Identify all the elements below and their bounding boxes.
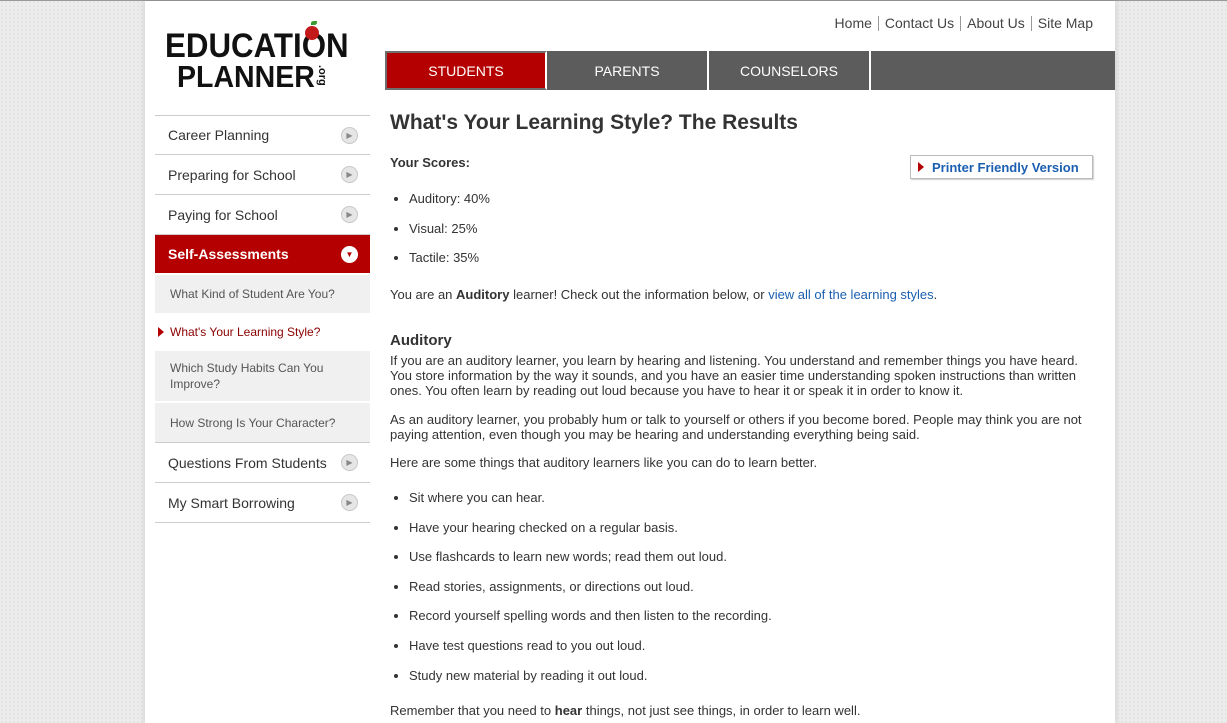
score-item-auditory: Auditory: 40% xyxy=(409,191,490,221)
main-content: What's Your Learning Style? The Results … xyxy=(390,109,1093,718)
result-mid: learner! Check out the information below… xyxy=(509,287,769,302)
site-map-link[interactable]: Site Map xyxy=(1030,16,1099,31)
sidebar-item-my-smart-borrowing[interactable]: My Smart Borrowing ▶ xyxy=(155,483,370,523)
logo-suffix: .org xyxy=(316,65,328,86)
sub-item-student-kind[interactable]: What Kind of Student Are You? xyxy=(155,275,370,315)
list-item: Study new material by reading it out lou… xyxy=(409,668,772,698)
sidebar-item-label: Self-Assessments xyxy=(168,246,289,262)
closing-prefix: Remember that you need to xyxy=(390,703,555,718)
sidebar-nav: Career Planning ▶ Preparing for School ▶… xyxy=(155,115,370,523)
paragraph-3: Here are some things that auditory learn… xyxy=(390,455,818,470)
play-arrow-icon: ▶ xyxy=(341,454,358,471)
sub-item-learning-style[interactable]: What's Your Learning Style? xyxy=(155,315,370,351)
printer-friendly-button[interactable]: Printer Friendly Version xyxy=(910,155,1093,179)
tips-list: Sit where you can hear. Have your hearin… xyxy=(390,490,772,697)
chevron-down-icon: ▼ xyxy=(341,245,358,263)
section-heading: Auditory xyxy=(390,332,452,349)
logo-line2: PLANNER xyxy=(177,59,315,94)
list-item: Have test questions read to you out loud… xyxy=(409,638,772,668)
play-arrow-icon xyxy=(918,162,924,172)
sidebar-item-career-planning[interactable]: Career Planning ▶ xyxy=(155,115,370,155)
sidebar-item-label: My Smart Borrowing xyxy=(168,494,295,511)
utility-nav: Home Contact Us About Us Site Map xyxy=(829,16,1099,31)
sidebar-item-self-assessments[interactable]: Self-Assessments ▼ xyxy=(155,235,370,273)
about-us-link[interactable]: About Us xyxy=(960,16,1031,31)
list-item: Use flashcards to learn new words; read … xyxy=(409,549,772,579)
tab-counselors[interactable]: COUNSELORS xyxy=(709,51,871,90)
tab-parents[interactable]: PARENTS xyxy=(547,51,709,90)
play-arrow-icon: ▶ xyxy=(341,166,358,183)
play-arrow-icon: ▶ xyxy=(341,126,358,144)
contact-us-link[interactable]: Contact Us xyxy=(877,16,960,31)
score-item-tactile: Tactile: 35% xyxy=(409,250,490,280)
list-item: Sit where you can hear. xyxy=(409,490,772,520)
main-nav: STUDENTS PARENTS COUNSELORS xyxy=(385,51,1115,90)
sub-item-study-habits[interactable]: Which Study Habits Can You Improve? xyxy=(155,351,370,403)
sidebar-item-label: Paying for School xyxy=(168,206,278,223)
list-item: Record yourself spelling words and then … xyxy=(409,608,772,638)
sidebar-item-questions-from-students[interactable]: Questions From Students ▶ xyxy=(155,443,370,483)
closing-paragraph: Remember that you need to hear things, n… xyxy=(390,703,860,718)
sub-item-character[interactable]: How Strong Is Your Character? xyxy=(155,403,370,443)
scores-list: Auditory: 40% Visual: 25% Tactile: 35% xyxy=(390,191,490,280)
sidebar-item-label: Preparing for School xyxy=(168,166,296,183)
printer-friendly-label: Printer Friendly Version xyxy=(932,159,1079,175)
play-arrow-icon: ▶ xyxy=(341,494,358,511)
list-item: Have your hearing checked on a regular b… xyxy=(409,520,772,550)
page-title: What's Your Learning Style? The Results xyxy=(390,111,798,134)
closing-bold: hear xyxy=(554,703,583,718)
apple-icon xyxy=(305,21,319,40)
home-link[interactable]: Home xyxy=(829,16,878,31)
result-style: Auditory xyxy=(456,287,510,302)
play-arrow-icon: ▶ xyxy=(341,206,358,223)
scores-label: Your Scores: xyxy=(390,155,470,170)
result-statement: You are an Auditory learner! Check out t… xyxy=(390,287,937,302)
sidebar-item-label: Career Planning xyxy=(168,127,270,143)
result-end: . xyxy=(933,287,938,302)
view-all-styles-link[interactable]: view all of the learning styles xyxy=(768,287,933,302)
page-container: EDUCATION PLANNER .org Home Contact Us A… xyxy=(145,1,1115,723)
result-prefix: You are an xyxy=(390,287,457,302)
paragraph-2: As an auditory learner, you probably hum… xyxy=(390,412,1082,442)
list-item: Read stories, assignments, or directions… xyxy=(409,579,772,609)
site-logo[interactable]: EDUCATION PLANNER .org xyxy=(165,21,365,94)
sidebar-item-preparing-for-school[interactable]: Preparing for School ▶ xyxy=(155,155,370,195)
paragraph-1: If you are an auditory learner, you lear… xyxy=(390,353,1079,398)
score-item-visual: Visual: 25% xyxy=(409,221,490,251)
logo-line1: EDUCATION xyxy=(165,27,349,65)
closing-suffix: things, not just see things, in order to… xyxy=(582,703,861,718)
sidebar-item-paying-for-school[interactable]: Paying for School ▶ xyxy=(155,195,370,235)
sidebar-item-label: Questions From Students xyxy=(168,454,327,471)
tab-students[interactable]: STUDENTS xyxy=(385,51,547,90)
